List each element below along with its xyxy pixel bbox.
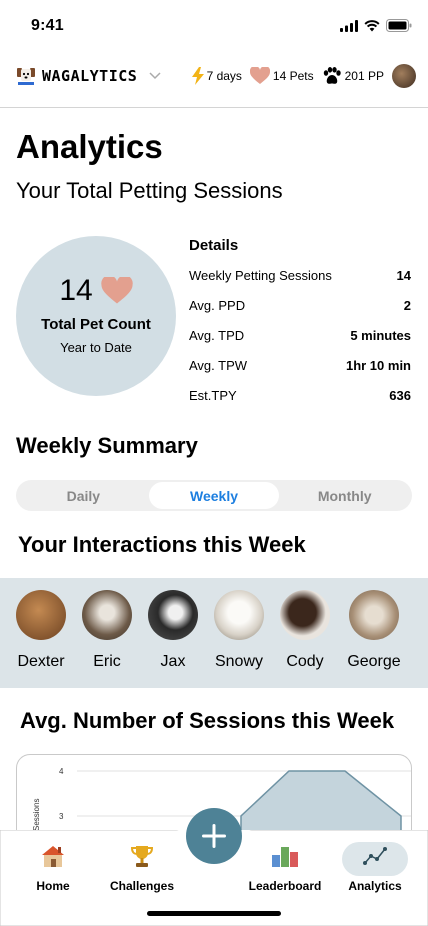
y-tick-label: 3 — [59, 812, 64, 821]
pet-snowy[interactable]: Snowy — [211, 590, 267, 671]
tab-label: Leaderboard — [248, 879, 322, 893]
pets-carousel: Dexter Eric Jax Snowy Cody George — [0, 578, 428, 688]
tab-analytics[interactable]: Analytics — [330, 842, 420, 893]
page-title: Analytics — [16, 128, 163, 165]
detail-label: Est.TPY — [189, 387, 237, 403]
points-stat: 201 PP — [322, 67, 384, 85]
pet-name: Cody — [286, 653, 324, 670]
detail-row: Avg. TPD 5 minutes — [189, 320, 411, 350]
chevron-down-icon — [149, 72, 161, 80]
brand-name: WAGALYTICS — [42, 67, 138, 85]
status-bar: 9:41 — [0, 0, 428, 54]
dog-logo-icon — [16, 66, 36, 86]
pet-name: Dexter — [17, 653, 65, 670]
pet-photo — [148, 590, 198, 640]
tab-label: Home — [36, 879, 70, 893]
total-pet-count-card: 14 Total Pet Count Year to Date — [16, 236, 176, 396]
details-title: Details — [189, 237, 239, 254]
leaderboard-icon — [272, 847, 298, 867]
pet-photo — [16, 590, 66, 640]
detail-label: Weekly Petting Sessions — [189, 267, 332, 283]
wifi-icon — [364, 19, 380, 31]
detail-row: Avg. TPW 1hr 10 min — [189, 350, 411, 380]
tab-monthly[interactable]: Monthly — [279, 482, 410, 509]
analytics-chart-icon — [363, 847, 387, 865]
page-subtitle: Your Total Petting Sessions — [16, 178, 283, 203]
pet-dexter[interactable]: Dexter — [13, 590, 69, 671]
tab-home[interactable]: Home — [8, 842, 98, 893]
pet-photo — [349, 590, 399, 640]
plus-icon — [202, 824, 226, 848]
brand-switcher[interactable]: WAGALYTICS — [16, 66, 161, 86]
user-avatar[interactable] — [392, 64, 416, 88]
pets-stat: 14 Pets — [249, 67, 314, 85]
pet-photo — [280, 590, 330, 640]
battery-icon — [386, 19, 412, 32]
detail-value: 14 — [396, 267, 411, 283]
weekly-summary-title: Weekly Summary — [16, 433, 198, 458]
detail-value: 2 — [403, 297, 411, 313]
add-session-button[interactable] — [186, 808, 242, 864]
tab-leaderboard[interactable]: Leaderboard — [240, 842, 330, 893]
trophy-icon — [130, 846, 154, 867]
period-segmented-control: Daily Weekly Monthly — [16, 480, 412, 511]
status-icons — [340, 19, 412, 32]
chart-title: Avg. Number of Sessions this Week — [20, 708, 395, 733]
tab-label: Challenges — [109, 879, 175, 893]
lightning-icon — [191, 67, 204, 85]
heart-icon — [101, 277, 133, 304]
tab-daily[interactable]: Daily — [18, 482, 149, 509]
detail-label: Avg. PPD — [189, 297, 246, 313]
detail-label: Avg. TPW — [189, 357, 248, 373]
pet-jax[interactable]: Jax — [145, 590, 201, 671]
heart-icon — [249, 67, 270, 84]
tab-challenges[interactable]: Challenges — [97, 842, 187, 893]
house-icon — [42, 846, 64, 867]
pet-name: Snowy — [214, 653, 264, 670]
pet-photo — [82, 590, 132, 640]
tab-label: Analytics — [348, 879, 402, 893]
detail-value: 5 minutes — [350, 327, 411, 343]
pet-photo — [214, 590, 264, 640]
cellular-signal-icon — [340, 19, 358, 32]
pet-name: George — [347, 653, 401, 670]
home-indicator — [147, 911, 281, 916]
details-panel: Details Weekly Petting Sessions 14 Avg. … — [189, 237, 411, 410]
pet-eric[interactable]: Eric — [79, 590, 135, 671]
y-tick-label: 4 — [59, 767, 64, 776]
streak-value: 7 days — [206, 69, 242, 83]
pet-george[interactable]: George — [346, 590, 402, 671]
header-stats: 7 days 14 Pets 201 PP — [188, 64, 416, 88]
pet-count-value: 14 — [59, 274, 93, 307]
interactions-title: Your Interactions this Week — [18, 532, 306, 557]
pet-count-period: Year to Date — [60, 340, 132, 355]
detail-row: Weekly Petting Sessions 14 — [189, 260, 411, 290]
detail-label: Avg. TPD — [189, 327, 245, 343]
pet-cody[interactable]: Cody — [277, 590, 333, 671]
y-axis-label: Sessions — [32, 799, 41, 831]
tab-weekly[interactable]: Weekly — [148, 482, 280, 509]
pet-count-row: 14 — [16, 274, 176, 308]
points-value: 201 PP — [344, 69, 384, 83]
paw-icon — [323, 67, 341, 84]
pet-name: Jax — [160, 653, 186, 670]
pet-count-label: Total Pet Count — [41, 316, 151, 333]
app-header: WAGALYTICS 7 days 14 Pets 201 PP — [0, 54, 428, 108]
pets-value: 14 Pets — [272, 69, 314, 83]
detail-value: 636 — [389, 387, 411, 403]
streak-stat: 7 days — [191, 67, 242, 85]
detail-row: Avg. PPD 2 — [189, 290, 411, 320]
detail-value: 1hr 10 min — [345, 357, 411, 373]
pet-name: Eric — [93, 653, 121, 670]
detail-row: Est.TPY 636 — [189, 380, 411, 410]
status-time: 9:41 — [31, 17, 64, 34]
